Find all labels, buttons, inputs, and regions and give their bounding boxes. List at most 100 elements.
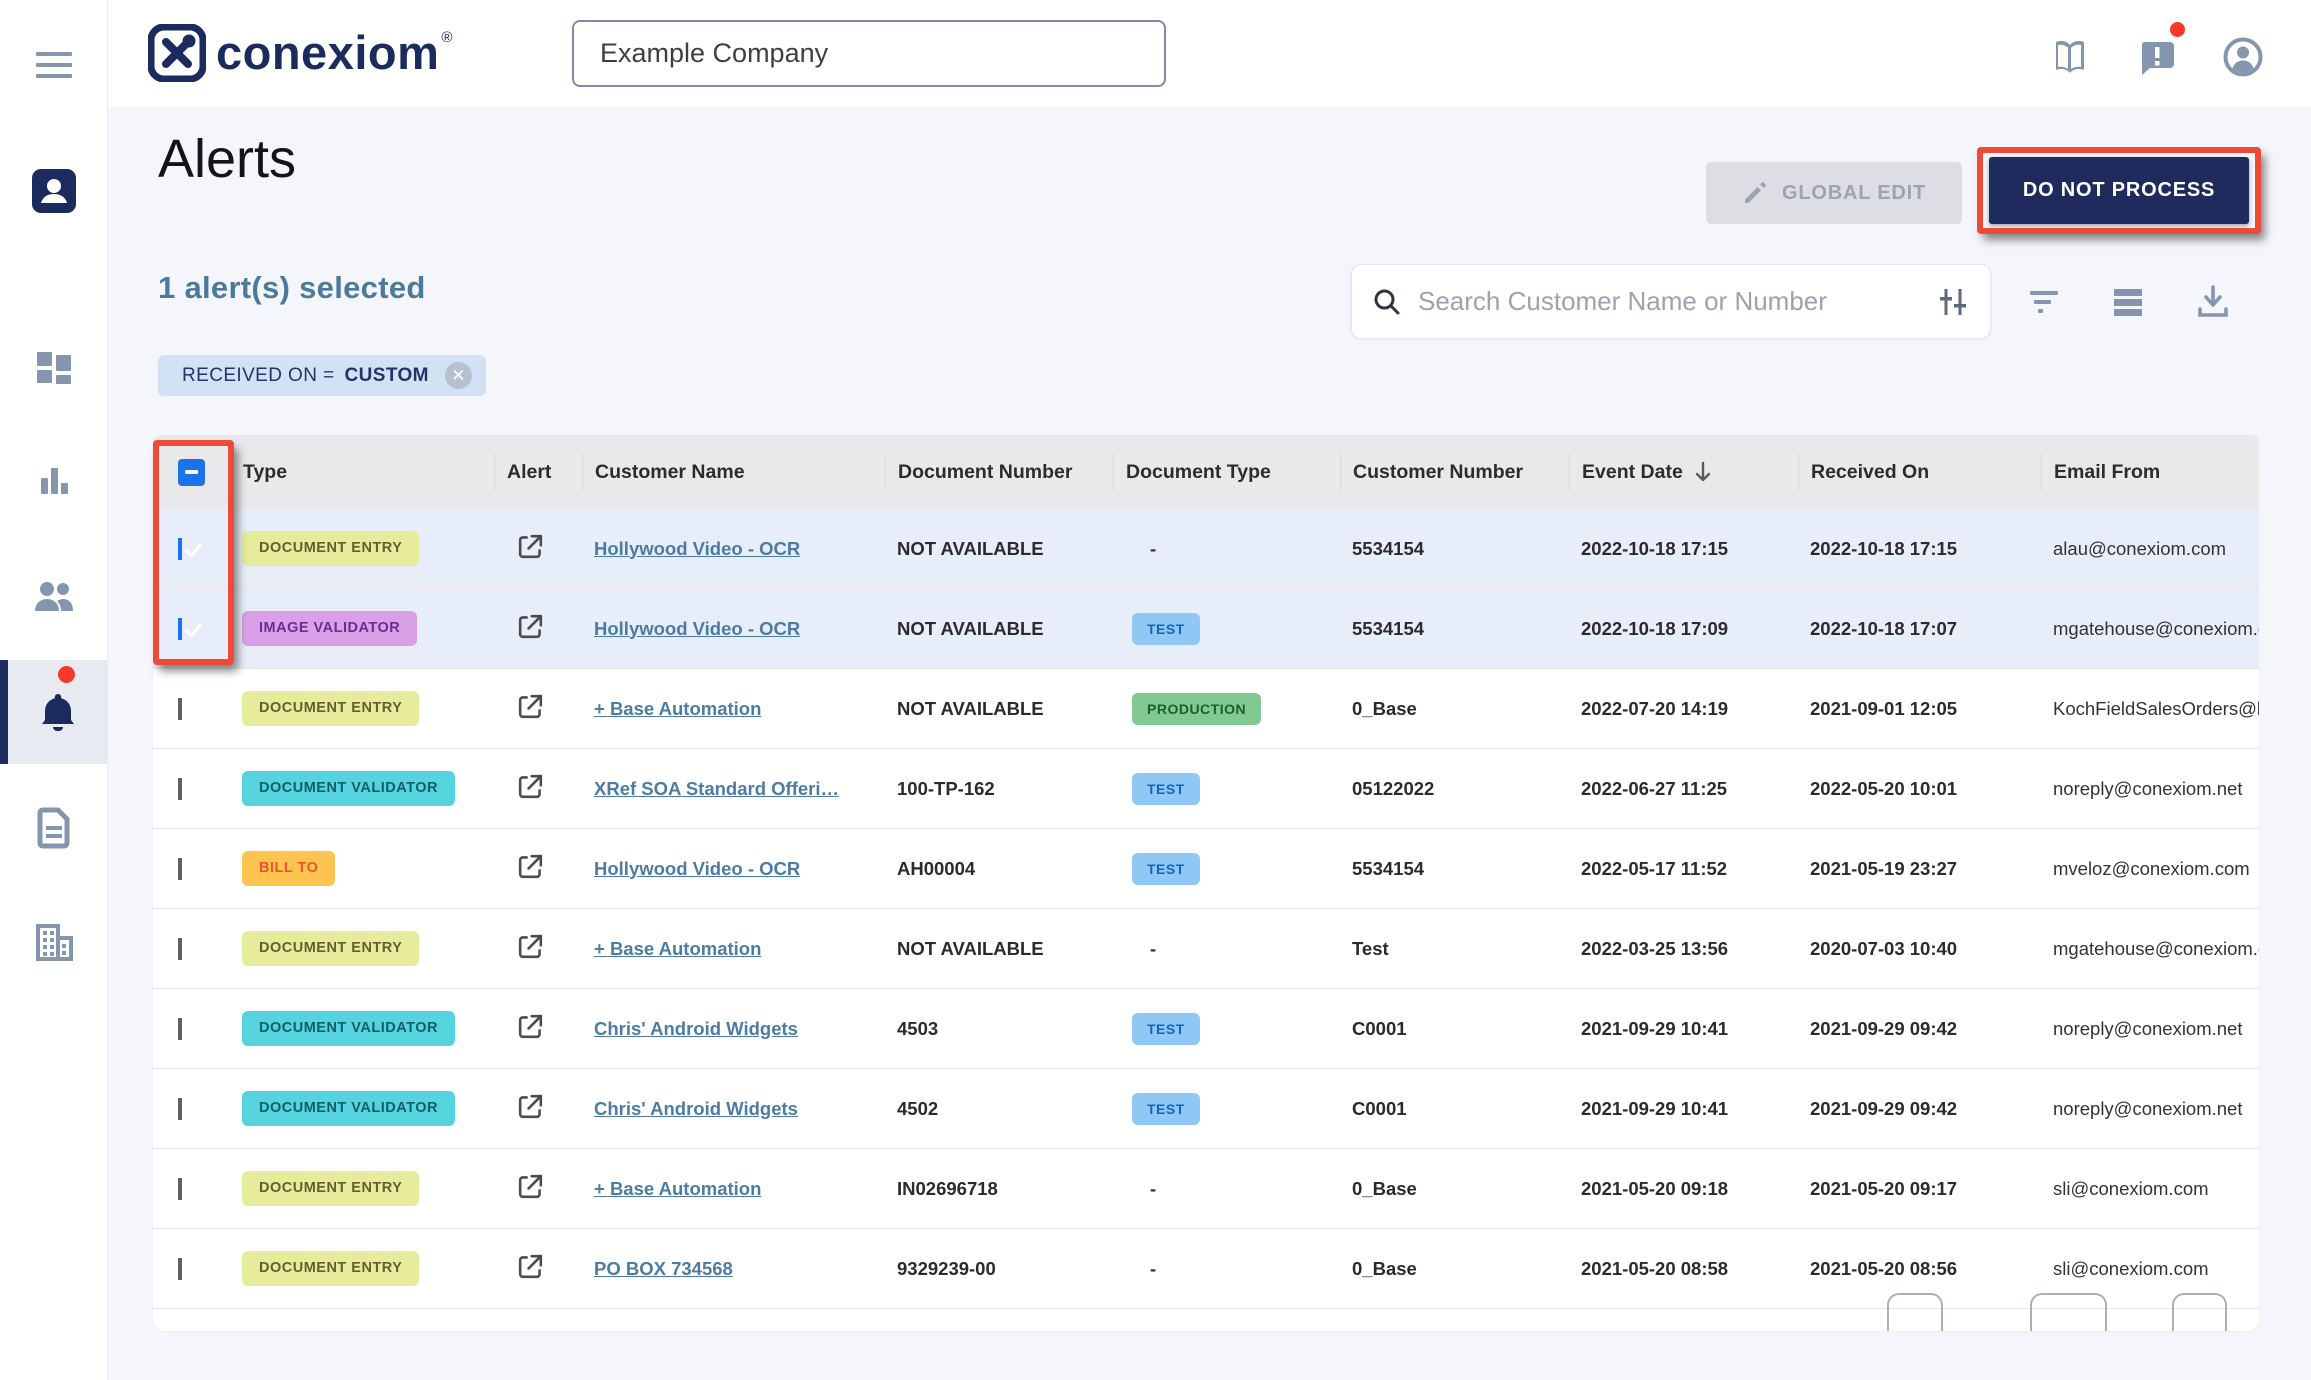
table-row[interactable]: DOCUMENT ENTRYPO BOX 7345689329239-00-0_… — [153, 1229, 2259, 1309]
sidebar-item-documents[interactable] — [0, 807, 108, 849]
customer-name-link[interactable]: Hollywood Video - OCR — [594, 538, 800, 559]
sidebar-item-dashboard[interactable] — [0, 349, 108, 389]
pagination-control-partial[interactable] — [2030, 1293, 2107, 1331]
type-badge: DOCUMENT ENTRY — [242, 531, 419, 566]
document-type-cell: - — [1125, 1258, 1352, 1280]
row-checkbox[interactable] — [178, 1178, 182, 1200]
type-badge: DOCUMENT VALIDATOR — [242, 1011, 455, 1046]
alert-cell — [506, 531, 594, 567]
customer-name-link[interactable]: Hollywood Video - OCR — [594, 618, 800, 639]
row-checkbox[interactable] — [178, 538, 182, 560]
row-checkbox[interactable] — [178, 1098, 182, 1120]
open-alert-icon[interactable] — [515, 1251, 546, 1282]
select-all-checkbox[interactable] — [178, 459, 205, 486]
row-checkbox[interactable] — [178, 1018, 182, 1040]
row-checkbox[interactable] — [178, 618, 182, 640]
customer-name-link[interactable]: Chris' Android Widgets — [594, 1018, 798, 1039]
filter-icon[interactable] — [2024, 282, 2064, 322]
row-checkbox-cell — [153, 858, 242, 880]
feedback-icon[interactable] — [2136, 36, 2178, 78]
row-checkbox[interactable] — [178, 698, 182, 720]
search-bar — [1351, 264, 1991, 339]
sidebar-item-alerts[interactable] — [0, 660, 108, 764]
customer-name-link[interactable]: + Base Automation — [594, 938, 761, 959]
document-number-cell: 4502 — [897, 1098, 1125, 1120]
column-header-customer-number[interactable]: Customer Number — [1340, 453, 1581, 491]
column-header-customer-name[interactable]: Customer Name — [582, 453, 897, 491]
customer-name-link[interactable]: + Base Automation — [594, 698, 761, 719]
type-badge-cell: DOCUMENT VALIDATOR — [242, 1011, 506, 1046]
document-type-badge: TEST — [1132, 773, 1200, 805]
customer-name-link[interactable]: XRef SOA Standard Offeri… — [594, 778, 839, 799]
document-type-cell: TEST — [1125, 1013, 1352, 1045]
row-checkbox[interactable] — [178, 858, 182, 880]
customer-name-link[interactable]: Hollywood Video - OCR — [594, 858, 800, 879]
download-icon[interactable] — [2193, 282, 2233, 322]
sidebar-item-company[interactable] — [0, 922, 108, 962]
event-date-cell: 2022-10-18 17:15 — [1581, 538, 1810, 560]
search-input[interactable] — [1418, 286, 1936, 317]
table-row[interactable]: BILL TOHollywood Video - OCRAH00004TEST5… — [153, 829, 2259, 909]
dashboard-icon — [34, 349, 74, 389]
table-row[interactable]: DOCUMENT ENTRY+ Base AutomationNOT AVAIL… — [153, 909, 2259, 989]
main-content: Alerts GLOBAL EDIT DO NOT PROCESS 1 aler… — [108, 106, 2311, 1380]
open-alert-icon[interactable] — [515, 1091, 546, 1122]
notification-dot — [2170, 22, 2185, 37]
column-header-alert[interactable]: Alert — [494, 453, 594, 491]
row-checkbox[interactable] — [178, 778, 182, 800]
row-checkbox[interactable] — [178, 1258, 182, 1280]
tune-icon[interactable] — [1936, 285, 1970, 319]
customer-name-link[interactable]: PO BOX 734568 — [594, 1258, 733, 1279]
open-alert-icon[interactable] — [515, 851, 546, 882]
pagination-control-partial[interactable] — [1887, 1293, 1943, 1331]
open-alert-icon[interactable] — [515, 531, 546, 562]
table-row[interactable]: IMAGE VALIDATORHollywood Video - OCRNOT … — [153, 589, 2259, 669]
document-type-cell: TEST — [1125, 613, 1352, 645]
company-selector[interactable] — [572, 20, 1166, 87]
document-icon — [34, 807, 74, 849]
received-on-cell: 2021-09-01 12:05 — [1810, 698, 2053, 720]
open-alert-icon[interactable] — [515, 611, 546, 642]
filter-chip-received-on[interactable]: RECEIVED ON = CUSTOM ✕ — [158, 355, 486, 396]
table-row[interactable]: DOCUMENT ENTRY+ Base AutomationNOT AVAIL… — [153, 669, 2259, 749]
table-row[interactable]: DOCUMENT VALIDATOR XRef SOA Standard Offe… — [153, 749, 2259, 829]
type-badge-cell: DOCUMENT VALIDATOR — [242, 771, 506, 806]
column-header-type[interactable]: Type — [230, 453, 506, 491]
table-row[interactable]: DOCUMENT VALIDATORChris' Android Widgets… — [153, 1069, 2259, 1149]
table-row[interactable]: DOCUMENT VALIDATOR Chris' Android Widgets… — [153, 989, 2259, 1069]
sidebar-item-contact-card[interactable] — [0, 167, 108, 215]
alert-cell — [506, 771, 594, 807]
account-icon[interactable] — [2222, 36, 2264, 78]
column-header-event-date[interactable]: Event Date — [1569, 453, 1810, 491]
customer-name-link[interactable]: + Base Automation — [594, 1178, 761, 1199]
column-header-received-on[interactable]: Received On — [1798, 453, 2053, 491]
table-row[interactable]: DOCUMENT ENTRY+ Base AutomationIN0269671… — [153, 1149, 2259, 1229]
open-alert-icon[interactable] — [515, 691, 546, 722]
do-not-process-button[interactable]: DO NOT PROCESS — [1989, 157, 2249, 224]
open-alert-icon[interactable] — [515, 771, 546, 802]
sidebar-item-reports[interactable] — [0, 462, 108, 502]
column-header-document-number[interactable]: Document Number — [885, 453, 1125, 491]
pagination-control-partial[interactable] — [2172, 1293, 2227, 1331]
open-alert-icon[interactable] — [515, 1011, 546, 1042]
open-alert-icon[interactable] — [515, 931, 546, 962]
open-alert-icon[interactable] — [515, 1171, 546, 1202]
global-edit-button[interactable]: GLOBAL EDIT — [1706, 162, 1962, 224]
document-type-cell: TEST — [1125, 773, 1352, 805]
menu-icon[interactable] — [0, 50, 108, 80]
row-checkbox[interactable] — [178, 938, 182, 960]
sidebar-item-customers[interactable] — [0, 577, 108, 617]
column-header-email-from[interactable]: Email From — [2041, 453, 2259, 491]
type-badge: DOCUMENT VALIDATOR — [242, 771, 455, 806]
chip-value: CUSTOM — [345, 365, 429, 387]
event-date-cell: 2021-05-20 08:58 — [1581, 1258, 1810, 1280]
sidebar — [0, 0, 108, 1380]
column-header-document-type[interactable]: Document Type — [1113, 453, 1352, 491]
table-row[interactable]: DOCUMENT ENTRYHollywood Video - OCRNOT A… — [153, 509, 2259, 589]
customer-name-link[interactable]: Chris' Android Widgets — [594, 1098, 798, 1119]
alert-cell — [506, 931, 594, 967]
knowledge-base-icon[interactable] — [2049, 36, 2091, 78]
sort-desc-icon[interactable] — [1693, 461, 1713, 483]
chip-close-icon[interactable]: ✕ — [445, 362, 472, 389]
row-density-icon[interactable] — [2108, 282, 2148, 322]
